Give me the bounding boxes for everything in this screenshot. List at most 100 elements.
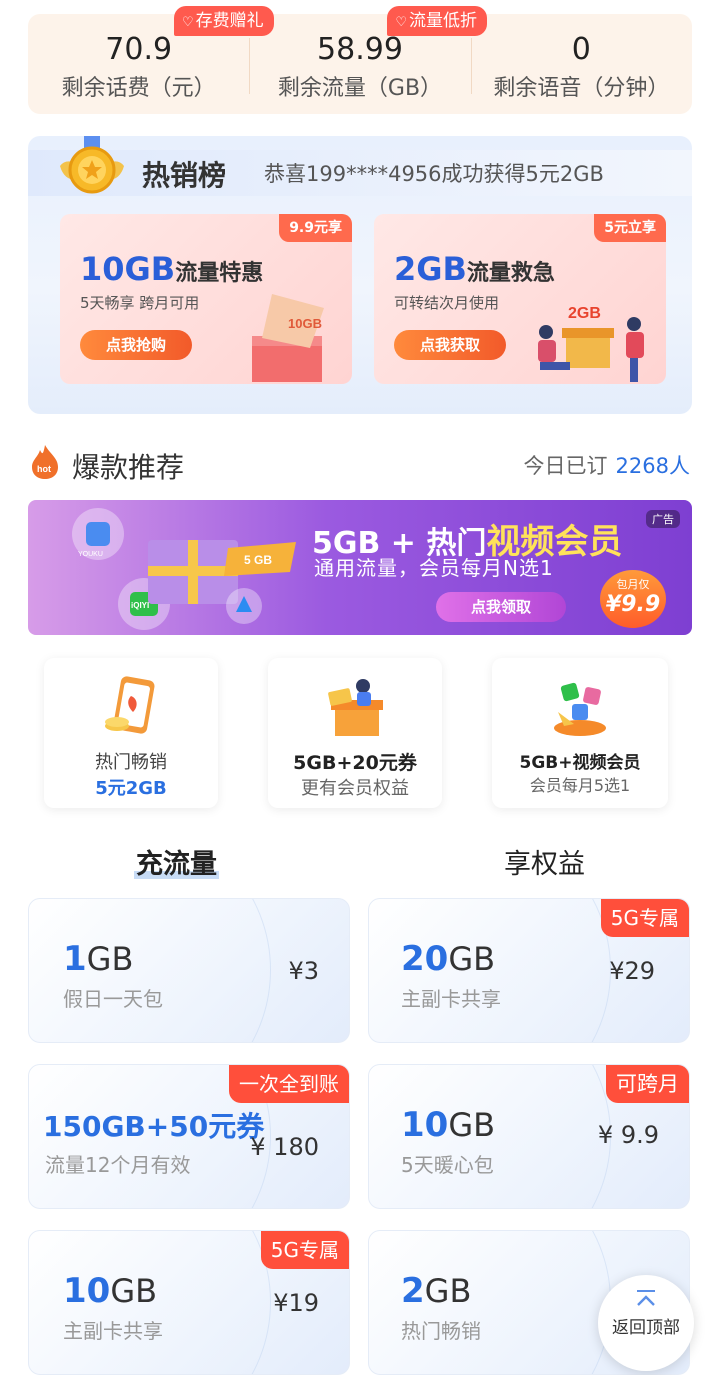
package-title: 1GB bbox=[63, 939, 133, 979]
package-title: 2GB bbox=[401, 1271, 471, 1311]
gift-icon: ♡ bbox=[182, 15, 194, 30]
tile-line1: 热门畅销 bbox=[95, 752, 167, 773]
package-amount: 10 bbox=[401, 1105, 449, 1145]
package-badge: 可跨月 bbox=[606, 1065, 689, 1103]
package-subtitle: 5天暖心包 bbox=[401, 1153, 494, 1177]
fire-icon-text: hot bbox=[37, 464, 51, 474]
recommend-title: 爆款推荐 bbox=[72, 451, 185, 484]
tile-coupon[interactable]: 5GB+20元券 更有会员权益 bbox=[268, 658, 442, 808]
hot-card-10gb[interactable]: 9.9元享 10GB流量特惠 5天畅享 跨月可用 点我抢购 10GB bbox=[60, 214, 352, 384]
hot-card-title-rest: 流量特惠 bbox=[175, 261, 264, 286]
package-title: 150GB+50元券 bbox=[43, 1105, 264, 1145]
promo-tag-label: 流量低折 bbox=[408, 11, 477, 31]
package-card-20gb[interactable]: 5G专属 20GB 主副卡共享 ¥29 bbox=[368, 898, 690, 1043]
tab-benefits[interactable]: 享权益 bbox=[504, 842, 585, 881]
tile-line2: 会员每月5选1 bbox=[529, 776, 631, 795]
package-unit: +50元券 bbox=[145, 1110, 265, 1143]
hot-card-title: 10GB流量特惠 bbox=[80, 250, 263, 288]
hot-card-title-big: 10GB bbox=[80, 250, 176, 288]
tile-hot-selling[interactable]: 热门畅销 5元2GB bbox=[44, 658, 218, 808]
banner-subtitle: 通用流量，会员每月N选1 bbox=[314, 556, 554, 580]
balance-fee-label: 剩余话费（元） bbox=[61, 76, 216, 101]
hot-card-subtitle: 5天畅享 跨月可用 bbox=[80, 294, 200, 312]
illus-2gb-text: 2GB bbox=[568, 305, 601, 322]
package-badge: 一次全到账 bbox=[229, 1065, 349, 1103]
video-member-banner[interactable]: YOUKU iQIYI 5 GB 广告 5GB + 热门视频会员 通用流量，会员… bbox=[28, 500, 692, 635]
package-unit: GB bbox=[86, 940, 134, 978]
hand-icon: ♡ bbox=[395, 15, 407, 30]
package-card-1gb[interactable]: 1GB 假日一天包 ¥3 bbox=[28, 898, 350, 1043]
recommend-count-value: 2268人 bbox=[615, 454, 690, 478]
package-price: ¥29 bbox=[609, 957, 655, 985]
package-subtitle: 流量12个月有效 bbox=[45, 1153, 191, 1177]
people-gift-illustration: 2GB bbox=[538, 305, 644, 382]
tile-line1: 5GB+视频会员 bbox=[519, 753, 641, 773]
balance-fee-value: 70.9 bbox=[105, 32, 173, 67]
fire-hot-icon: hot bbox=[32, 445, 58, 479]
balance-voice-label: 剩余语音（分钟） bbox=[493, 76, 670, 101]
package-subtitle: 假日一天包 bbox=[63, 987, 163, 1011]
iqiyi-logo-text: iQIYI bbox=[131, 601, 149, 610]
hot-list-title: 热销榜 bbox=[142, 159, 227, 192]
balance-data-label: 剩余流量（GB） bbox=[277, 76, 443, 101]
ad-label: 广告 bbox=[646, 510, 680, 528]
balance-card: ♡ 存费赠礼 70.9 剩余话费（元） ♡ 流量低折 58.99 剩余流量（GB） … bbox=[28, 6, 692, 114]
price-badge: 包月仅 ¥9.9 bbox=[600, 570, 666, 628]
package-price: ¥ 9.9 bbox=[597, 1121, 659, 1149]
package-title: 10GB bbox=[401, 1105, 495, 1145]
package-amount: 20 bbox=[401, 939, 449, 979]
package-badge: 5G专属 bbox=[260, 1231, 349, 1269]
hot-card-title-big: 2GB bbox=[394, 250, 467, 288]
package-amount: 1 bbox=[63, 939, 87, 979]
package-badge: 5G专属 bbox=[600, 899, 689, 937]
package-subtitle: 热门畅销 bbox=[401, 1319, 481, 1343]
tab-recharge-data[interactable]: 充流量 bbox=[134, 842, 219, 881]
phone-coin-icon bbox=[105, 676, 155, 734]
tile-video-member[interactable]: 5GB+视频会员 会员每月5选1 bbox=[492, 658, 668, 808]
hot-card-title-rest: 流量救急 bbox=[466, 261, 555, 286]
balance-voice[interactable]: 0 剩余语音（分钟） bbox=[470, 14, 692, 114]
price-value: ¥9.9 bbox=[605, 592, 661, 617]
package-amount: 10 bbox=[63, 1271, 111, 1311]
tile-line2: 5元2GB bbox=[95, 778, 167, 799]
hot-card-2gb[interactable]: 5元立享 2GB流量救急 可转结次月使用 点我获取 2GB bbox=[374, 214, 666, 384]
banner-5gb-tag: 5 GB bbox=[244, 553, 272, 567]
tile-line2: 更有会员权益 bbox=[301, 778, 409, 799]
claim-button[interactable]: 点我领取 bbox=[436, 592, 566, 622]
package-unit: GB bbox=[448, 940, 496, 978]
package-card-10gb-shared[interactable]: 5G专属 10GB 主副卡共享 ¥19 bbox=[28, 1230, 350, 1375]
package-amount: 2 bbox=[401, 1271, 425, 1311]
recommend-count-label: 今日已订 bbox=[523, 454, 608, 478]
gift-box-illustration: 10GB bbox=[252, 294, 324, 382]
package-subtitle: 主副卡共享 bbox=[63, 1319, 163, 1343]
hot-card-price-badge: 9.9元享 bbox=[279, 214, 352, 242]
hot-card-subtitle: 可转结次月使用 bbox=[394, 294, 500, 312]
hot-list-news: 恭喜199****4956成功获得5元2GB bbox=[264, 162, 604, 186]
balance-voice-value: 0 bbox=[571, 32, 591, 67]
up-arrow-icon bbox=[637, 1290, 655, 1306]
balance-data[interactable]: ♡ 流量低折 58.99 剩余流量（GB） bbox=[249, 6, 487, 114]
hot-card-price-badge: 5元立享 bbox=[594, 214, 666, 242]
package-price: ¥3 bbox=[288, 957, 319, 985]
package-unit: GB bbox=[448, 1106, 496, 1144]
back-to-top-label: 返回顶部 bbox=[612, 1318, 680, 1338]
back-to-top-button[interactable]: 返回顶部 bbox=[598, 1275, 694, 1371]
hot-list-section: 热销榜 恭喜199****4956成功获得5元2GB 9.9元享 10GB流量特… bbox=[28, 136, 692, 414]
package-subtitle: 主副卡共享 bbox=[401, 987, 501, 1011]
hot-card-title: 2GB流量救急 bbox=[394, 250, 555, 288]
package-unit: GB bbox=[424, 1272, 472, 1310]
package-price: ¥19 bbox=[273, 1289, 319, 1317]
get-button[interactable]: 点我获取 bbox=[394, 330, 506, 360]
package-unit: GB bbox=[110, 1272, 158, 1310]
price-label: 包月仅 bbox=[616, 578, 650, 591]
package-card-150gb[interactable]: 一次全到账 150GB+50元券 流量12个月有效 ¥ 180 bbox=[28, 1064, 350, 1209]
balance-fee[interactable]: ♡ 存费赠礼 70.9 剩余话费（元） bbox=[28, 6, 274, 114]
package-card-10gb-5day[interactable]: 可跨月 10GB 5天暖心包 ¥ 9.9 bbox=[368, 1064, 690, 1209]
package-title: 10GB bbox=[63, 1271, 157, 1311]
package-amount: 150GB bbox=[43, 1110, 146, 1143]
recommend-count: 今日已订 2268人 bbox=[524, 450, 690, 480]
medal-icon bbox=[60, 136, 124, 194]
package-price: ¥ 180 bbox=[250, 1133, 319, 1161]
gift-bubbles-illustration: YOUKU iQIYI 5 GB bbox=[72, 508, 296, 630]
grab-button[interactable]: 点我抢购 bbox=[80, 330, 192, 360]
